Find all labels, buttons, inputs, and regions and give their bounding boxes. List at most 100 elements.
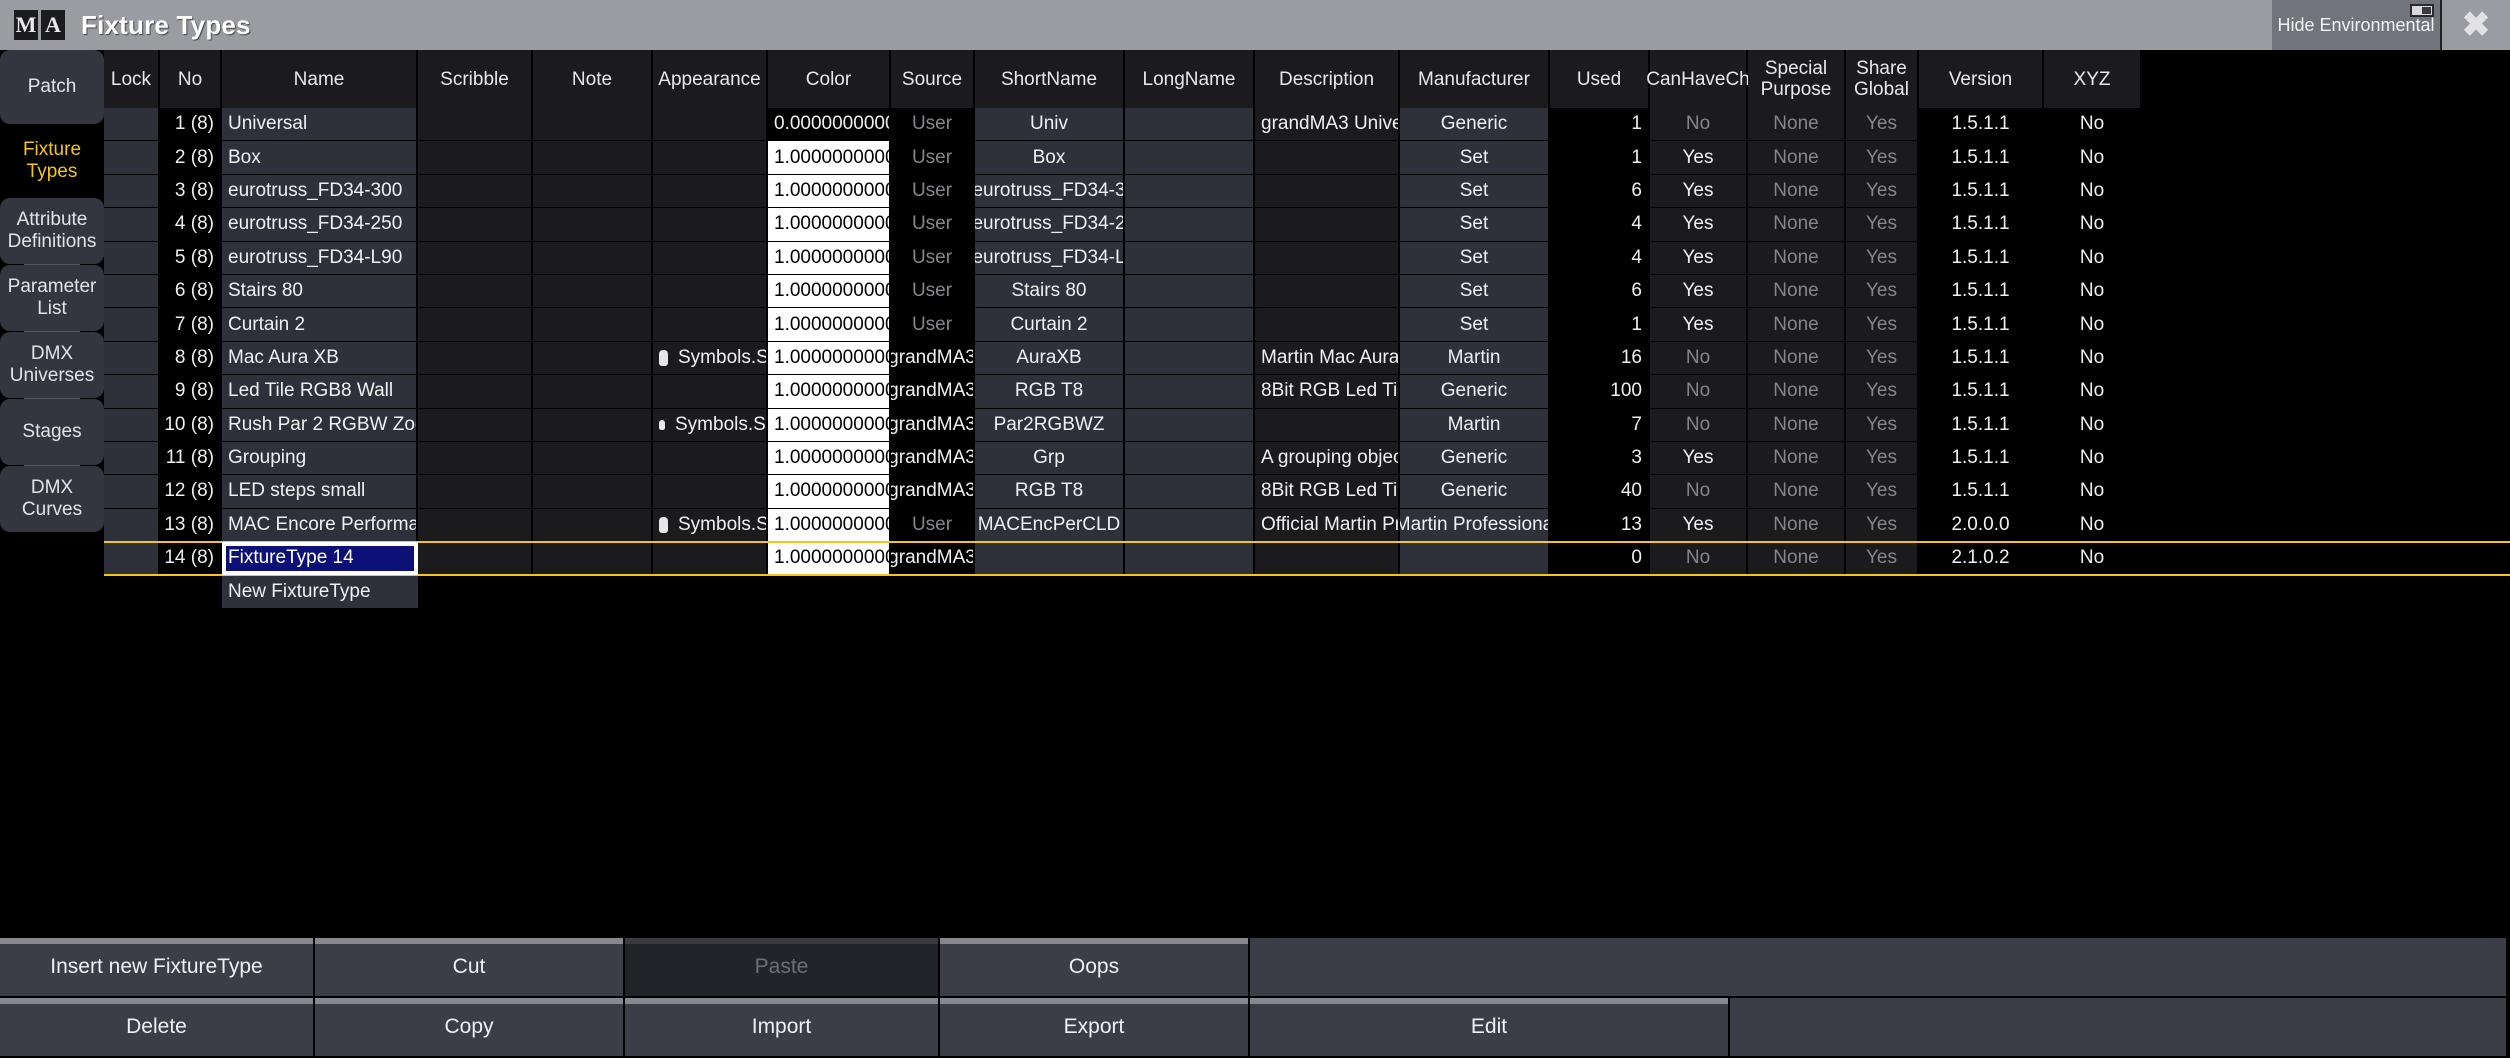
cell-special-purpose[interactable]: None: [1748, 509, 1846, 542]
cell-special-purpose[interactable]: None: [1748, 175, 1846, 208]
cell-no[interactable]: 6 (8): [160, 275, 222, 308]
cell-shortname[interactable]: Stairs 80: [975, 275, 1125, 308]
cell-no[interactable]: 10 (8): [160, 409, 222, 442]
cell-description[interactable]: Martin Mac Aura X: [1255, 342, 1400, 375]
cell-longname[interactable]: [1125, 509, 1255, 542]
cell-note[interactable]: [533, 409, 653, 442]
cell-color[interactable]: 1.0000000000,: [768, 542, 891, 575]
cell-scribble[interactable]: [418, 175, 533, 208]
table-row[interactable]: 8 (8)Mac Aura XBSymbols.Sy1.0000000000,g…: [104, 342, 2510, 375]
cell-canhavech[interactable]: Yes: [1650, 442, 1748, 475]
column-header-version[interactable]: Version: [1919, 50, 2044, 108]
cell-share-global[interactable]: Yes: [1846, 275, 1919, 308]
cell-longname[interactable]: [1125, 442, 1255, 475]
cell-scribble[interactable]: [418, 375, 533, 408]
cell-manufacturer[interactable]: Martin: [1400, 342, 1550, 375]
cell-color[interactable]: 1.0000000000,: [768, 275, 891, 308]
cell-description[interactable]: [1255, 542, 1400, 575]
column-header-shortname[interactable]: ShortName: [975, 50, 1125, 108]
cell-note[interactable]: [533, 108, 653, 141]
column-header-scribble[interactable]: Scribble: [418, 50, 533, 108]
new-fixture-type-label[interactable]: New FixtureType: [222, 575, 418, 608]
cell-share-global[interactable]: Yes: [1846, 208, 1919, 241]
table-row[interactable]: 13 (8)MAC Encore PerformancSymbols.Sy1.0…: [104, 509, 2510, 542]
cell-scribble[interactable]: [418, 409, 533, 442]
cell-xyz[interactable]: No: [2044, 409, 2142, 442]
cell-name[interactable]: Rush Par 2 RGBW Zoom: [222, 409, 418, 442]
cell-canhavech[interactable]: No: [1650, 375, 1748, 408]
cell-manufacturer[interactable]: Set: [1400, 208, 1550, 241]
cell-special-purpose[interactable]: None: [1748, 275, 1846, 308]
column-header-canhavech[interactable]: CanHaveCh: [1650, 50, 1748, 108]
cell-canhavech[interactable]: No: [1650, 409, 1748, 442]
cell-appearance[interactable]: [653, 375, 768, 408]
cell-special-purpose[interactable]: None: [1748, 542, 1846, 575]
cell-scribble[interactable]: [418, 108, 533, 141]
cell-color[interactable]: 1.0000000000,: [768, 409, 891, 442]
cell-used[interactable]: 100: [1550, 375, 1650, 408]
cell-manufacturer[interactable]: Set: [1400, 141, 1550, 174]
cell-scribble[interactable]: [418, 242, 533, 275]
cell-canhavech[interactable]: No: [1650, 475, 1748, 508]
cell-color[interactable]: 1.0000000000,: [768, 342, 891, 375]
cell-appearance[interactable]: [653, 308, 768, 341]
sidebar-item-fixture-types[interactable]: Fixture Types: [0, 124, 104, 198]
cell-source[interactable]: User: [891, 208, 975, 241]
sidebar-item-dmx-universes[interactable]: DMX Universes: [0, 332, 104, 398]
cell-lock[interactable]: [104, 375, 160, 408]
cell-name[interactable]: eurotruss_FD34-300: [222, 175, 418, 208]
cell-note[interactable]: [533, 542, 653, 575]
oops-button[interactable]: Oops: [940, 938, 1250, 998]
cell-lock[interactable]: [104, 175, 160, 208]
cell-appearance[interactable]: [653, 242, 768, 275]
cell-scribble[interactable]: [418, 342, 533, 375]
cell-version[interactable]: 1.5.1.1: [1919, 275, 2044, 308]
cell-no[interactable]: 7 (8): [160, 308, 222, 341]
cell-longname[interactable]: [1125, 275, 1255, 308]
table-row[interactable]: 5 (8)eurotruss_FD34-L901.0000000000,User…: [104, 242, 2510, 275]
cell-lock[interactable]: [104, 141, 160, 174]
delete-button[interactable]: Delete: [0, 998, 315, 1058]
cell-shortname[interactable]: Par2RGBWZ: [975, 409, 1125, 442]
cell-share-global[interactable]: Yes: [1846, 442, 1919, 475]
cell-source[interactable]: User: [891, 308, 975, 341]
column-header-share-global[interactable]: Share Global: [1846, 50, 1919, 108]
column-header-name[interactable]: Name: [222, 50, 418, 108]
cell-name[interactable]: Universal: [222, 108, 418, 141]
cell-special-purpose[interactable]: None: [1748, 108, 1846, 141]
column-header-manufacturer[interactable]: Manufacturer: [1400, 50, 1550, 108]
cell-appearance[interactable]: [653, 175, 768, 208]
cell-xyz[interactable]: No: [2044, 108, 2142, 141]
cell-appearance[interactable]: [653, 275, 768, 308]
column-header-no[interactable]: No: [160, 50, 222, 108]
cell-share-global[interactable]: Yes: [1846, 108, 1919, 141]
cell-no[interactable]: 12 (8): [160, 475, 222, 508]
cell-manufacturer[interactable]: Martin: [1400, 409, 1550, 442]
sidebar-item-patch[interactable]: Patch: [0, 50, 104, 124]
cell-name[interactable]: eurotruss_FD34-250: [222, 208, 418, 241]
cell-version[interactable]: 1.5.1.1: [1919, 375, 2044, 408]
name-edit-input[interactable]: FixtureType 14: [228, 547, 354, 569]
column-header-appearance[interactable]: Appearance: [653, 50, 768, 108]
cell-description[interactable]: [1255, 141, 1400, 174]
cell-lock[interactable]: [104, 409, 160, 442]
cell-scribble[interactable]: [418, 275, 533, 308]
cell-share-global[interactable]: Yes: [1846, 342, 1919, 375]
cell-source[interactable]: User: [891, 242, 975, 275]
column-header-lock[interactable]: Lock: [104, 50, 160, 108]
cell-canhavech[interactable]: No: [1650, 542, 1748, 575]
cell-name[interactable]: Led Tile RGB8 Wall: [222, 375, 418, 408]
cell-longname[interactable]: [1125, 208, 1255, 241]
insert-new-fixturetype-button[interactable]: Insert new FixtureType: [0, 938, 315, 998]
cell-note[interactable]: [533, 308, 653, 341]
cell-appearance[interactable]: Symbols.Sy: [653, 409, 768, 442]
cell-longname[interactable]: [1125, 141, 1255, 174]
cell-canhavech[interactable]: Yes: [1650, 308, 1748, 341]
cell-source[interactable]: User: [891, 108, 975, 141]
cell-appearance[interactable]: [653, 442, 768, 475]
cell-special-purpose[interactable]: None: [1748, 375, 1846, 408]
cell-longname[interactable]: [1125, 108, 1255, 141]
column-header-xyz[interactable]: XYZ: [2044, 50, 2142, 108]
table-row[interactable]: 3 (8)eurotruss_FD34-3001.0000000000,User…: [104, 175, 2510, 208]
cell-color[interactable]: 1.0000000000,: [768, 208, 891, 241]
